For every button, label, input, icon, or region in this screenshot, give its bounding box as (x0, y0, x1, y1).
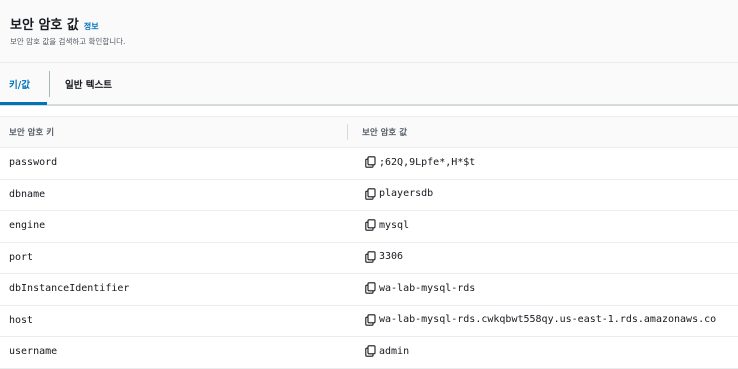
table-row: host wa-lab-mysql-rds.cwkqbwt558qy.us-ea… (0, 306, 738, 337)
secret-table: 보안 암호 키 보안 암호 값 password ;62Q,9Lpfe*,H*$… (0, 116, 738, 369)
secret-key: username (9, 346, 58, 357)
copy-icon[interactable] (365, 219, 376, 231)
copy-icon[interactable] (365, 250, 376, 263)
copy-icon[interactable] (365, 282, 376, 294)
page-subtitle: 보안 암호 값을 검색하고 확인합니다. (10, 37, 126, 46)
table-row: port 3306 (0, 243, 738, 274)
secret-value: 3306 (365, 250, 404, 263)
tab-bar: 키/값 일반 텍스트 (0, 63, 738, 106)
secret-value: admin (365, 345, 409, 357)
table-row: dbname playersdb (0, 180, 738, 211)
table-row: dbInstanceIdentifier wa-lab-mysql-rds (0, 274, 738, 306)
table-row: engine mysql (0, 211, 738, 243)
column-header-key: 보안 암호 키 (9, 128, 55, 138)
title-row: 보안 암호 값 정보 (10, 14, 99, 33)
secret-value: wa-lab-mysql-rds (365, 282, 475, 294)
secret-key: engine (9, 220, 46, 231)
table-row: password ;62Q,9Lpfe*,H*$t (0, 148, 738, 180)
secret-value: mysql (365, 219, 409, 231)
table-row: username admin (0, 337, 738, 369)
secret-value-text: wa-lab-mysql-rds (379, 282, 476, 294)
tab-separator (49, 71, 50, 97)
secret-key: dbname (9, 188, 46, 200)
active-tab-indicator (0, 102, 47, 105)
info-link[interactable]: 정보 (84, 21, 99, 32)
secret-value-text: 3306 (379, 251, 404, 262)
secret-value-header: 보안 암호 값 정보 보안 암호 값을 검색하고 확인합니다. (0, 0, 738, 63)
copy-icon[interactable] (365, 187, 376, 200)
secret-key: password (9, 157, 58, 168)
secret-value: playersdb (365, 187, 434, 200)
copy-icon[interactable] (365, 313, 376, 326)
table-header: 보안 암호 키 보안 암호 값 (0, 116, 738, 148)
secret-value-text: playersdb (379, 188, 434, 199)
column-divider (347, 124, 348, 140)
tab-plaintext[interactable]: 일반 텍스트 (65, 77, 112, 91)
secret-value: wa-lab-mysql-rds.cwkqbwt558qy.us-east-1.… (365, 313, 717, 326)
copy-icon[interactable] (365, 156, 376, 168)
secret-key: port (9, 251, 34, 263)
tab-key-value[interactable]: 키/값 (9, 77, 30, 91)
secret-value: ;62Q,9Lpfe*,H*$t (365, 156, 475, 168)
column-header-value: 보안 암호 값 (362, 128, 408, 138)
secret-value-text: mysql (379, 219, 410, 231)
secret-value-text: ;62Q,9Lpfe*,H*$t (379, 156, 476, 168)
secret-value-text: wa-lab-mysql-rds.cwkqbwt558qy.us-east-1.… (379, 314, 717, 325)
copy-icon[interactable] (365, 345, 376, 357)
secret-key: dbInstanceIdentifier (9, 283, 130, 294)
page-title: 보안 암호 값 (10, 18, 79, 33)
secret-value-text: admin (379, 345, 410, 357)
secret-key: host (9, 314, 34, 326)
